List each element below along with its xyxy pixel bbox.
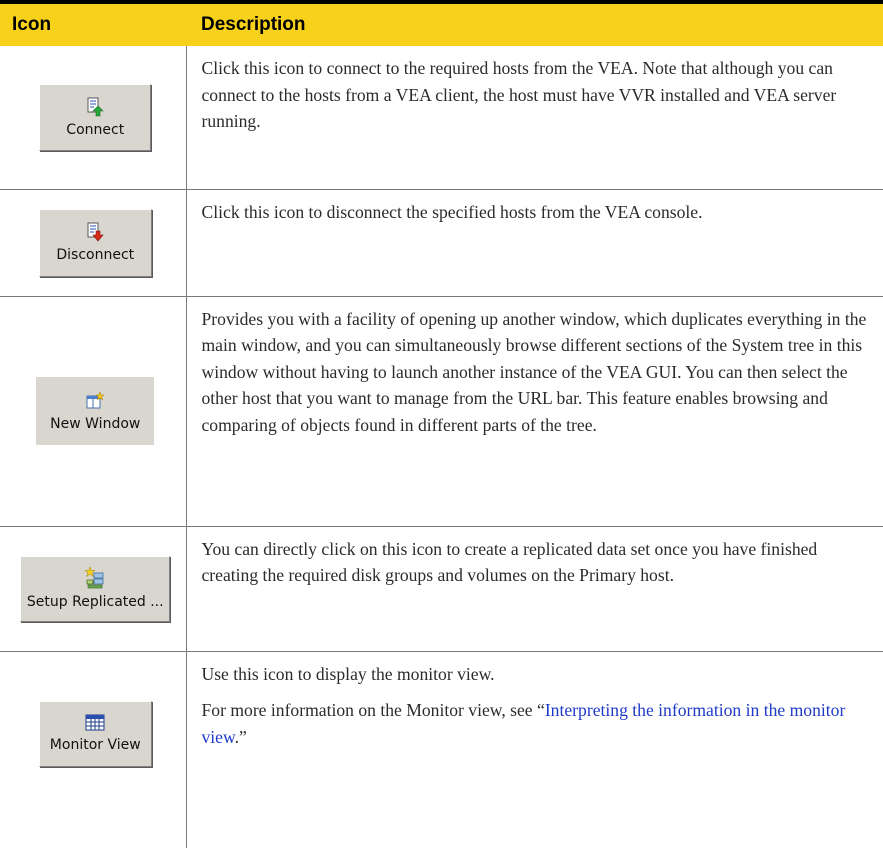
description-cell: Provides you with a facility of opening … bbox=[186, 296, 883, 527]
description-text-more-info: For more information on the Monitor view… bbox=[202, 697, 872, 750]
new-window-button-label: New Window bbox=[50, 415, 141, 432]
monitor-view-icon bbox=[85, 714, 105, 731]
setup-replicated-icon bbox=[84, 567, 104, 589]
table-row-disconnect: Disconnect Click this icon to disconnect… bbox=[0, 189, 883, 297]
header-description-column: Description bbox=[186, 0, 883, 46]
connect-button-label: Connect bbox=[66, 121, 125, 138]
disconnect-button[interactable]: Disconnect bbox=[38, 208, 152, 277]
description-cell: Click this icon to disconnect the specif… bbox=[186, 189, 883, 297]
new-window-button[interactable]: New Window bbox=[36, 377, 155, 445]
description-cell: Click this icon to connect to the requir… bbox=[186, 46, 883, 190]
icon-cell: Monitor View bbox=[0, 651, 187, 848]
connect-icon bbox=[87, 97, 104, 117]
description-text: Use this icon to display the monitor vie… bbox=[201, 663, 495, 684]
setup-replicated-button-label: Setup Replicated ... bbox=[26, 594, 164, 610]
icon-description-table: Icon Description Connect Click this icon… bbox=[0, 0, 883, 848]
monitor-view-button-label: Monitor View bbox=[49, 737, 141, 753]
link-prefix: For more information on the Monitor view… bbox=[201, 700, 545, 720]
monitor-view-button[interactable]: Monitor View bbox=[38, 700, 152, 767]
setup-replicated-button[interactable]: Setup Replicated ... bbox=[20, 555, 171, 622]
description-text: You can directly click on this icon to c… bbox=[201, 538, 818, 586]
disconnect-button-label: Disconnect bbox=[56, 247, 135, 263]
table-row-new-window: New Window Provides you with a facility … bbox=[0, 296, 883, 527]
table-row-connect: Connect Click this icon to connect to th… bbox=[0, 46, 883, 190]
icon-cell: Disconnect bbox=[0, 189, 187, 297]
disconnect-icon bbox=[87, 222, 104, 242]
connect-button[interactable]: Connect bbox=[39, 83, 152, 151]
description-text: Click this icon to connect to the requir… bbox=[201, 58, 837, 131]
table-row-setup-replicated: Setup Replicated ... You can directly cl… bbox=[0, 526, 883, 652]
new-window-icon bbox=[86, 390, 105, 408]
icon-cell: New Window bbox=[0, 296, 187, 527]
link-suffix: .” bbox=[234, 726, 247, 747]
table-header-row: Icon Description bbox=[0, 0, 883, 46]
description-cell: You can directly click on this icon to c… bbox=[186, 526, 883, 652]
description-text: Click this icon to disconnect the specif… bbox=[201, 201, 703, 222]
icon-cell: Setup Replicated ... bbox=[0, 526, 187, 652]
description-cell: Use this icon to display the monitor vie… bbox=[186, 651, 883, 848]
header-icon-column: Icon bbox=[0, 0, 186, 46]
table-row-monitor-view: Monitor View Use this icon to display th… bbox=[0, 651, 883, 848]
icon-cell: Connect bbox=[0, 46, 187, 190]
description-text: Provides you with a facility of opening … bbox=[201, 308, 867, 435]
